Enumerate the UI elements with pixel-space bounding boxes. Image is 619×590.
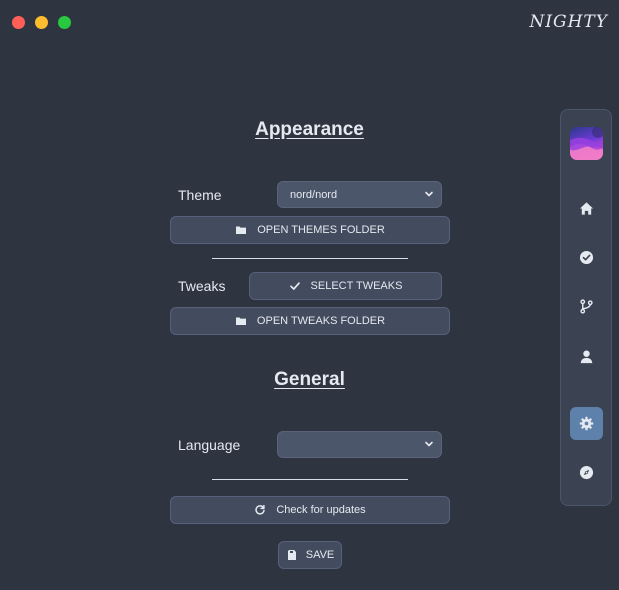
open-tweaks-folder-label: OPEN TWEAKS FOLDER bbox=[256, 315, 386, 327]
user-icon bbox=[580, 350, 593, 364]
tweaks-label: Tweaks bbox=[178, 278, 226, 294]
sidebar-item-explore[interactable] bbox=[570, 456, 603, 489]
open-tweaks-folder-button[interactable]: OPEN TWEAKS FOLDER bbox=[170, 307, 450, 335]
select-tweaks-label: SELECT TWEAKS bbox=[310, 280, 403, 292]
sidebar-item-settings[interactable] bbox=[570, 407, 603, 440]
sidebar-item-profile[interactable] bbox=[570, 340, 603, 373]
gear-icon bbox=[579, 416, 594, 431]
check-icon bbox=[289, 282, 300, 290]
folder-icon bbox=[235, 317, 246, 325]
select-tweaks-button[interactable]: SELECT TWEAKS bbox=[249, 272, 442, 300]
home-icon bbox=[579, 202, 594, 215]
save-icon bbox=[287, 550, 296, 560]
language-select[interactable] bbox=[277, 431, 442, 458]
compass-icon bbox=[579, 465, 594, 480]
open-themes-folder-label: OPEN THEMES FOLDER bbox=[257, 224, 385, 236]
app-logo-text: NIGHTY bbox=[529, 12, 608, 32]
maximize-window-button[interactable] bbox=[58, 16, 71, 29]
sidebar-item-tasks[interactable] bbox=[570, 241, 603, 274]
window-controls bbox=[12, 16, 71, 29]
check-for-updates-button[interactable]: Check for updates bbox=[170, 496, 450, 524]
open-themes-folder-button[interactable]: OPEN THEMES FOLDER bbox=[170, 216, 450, 244]
git-branch-icon bbox=[580, 299, 593, 314]
chevron-down-icon bbox=[425, 191, 433, 197]
minimize-window-button[interactable] bbox=[35, 16, 48, 29]
check-circle-icon bbox=[579, 250, 594, 265]
folder-icon bbox=[236, 226, 247, 234]
sidebar-item-branches[interactable] bbox=[570, 290, 603, 323]
refresh-icon bbox=[255, 504, 266, 515]
theme-label: Theme bbox=[178, 187, 222, 203]
save-button[interactable]: SAVE bbox=[278, 541, 342, 569]
sidebar-item-home[interactable] bbox=[570, 192, 603, 225]
theme-select[interactable]: nord/nord bbox=[277, 181, 442, 208]
theme-select-value: nord/nord bbox=[290, 188, 338, 201]
avatar-image bbox=[570, 127, 603, 160]
avatar[interactable] bbox=[570, 127, 603, 160]
check-for-updates-label: Check for updates bbox=[276, 504, 366, 516]
language-label: Language bbox=[178, 437, 241, 453]
app-window: NIGHTY Appearance Theme nord/nord OPEN T… bbox=[0, 0, 619, 590]
chevron-down-icon bbox=[425, 441, 433, 447]
appearance-heading: Appearance bbox=[255, 119, 364, 140]
close-window-button[interactable] bbox=[12, 16, 25, 29]
divider bbox=[212, 258, 408, 259]
divider bbox=[212, 479, 408, 480]
sidebar bbox=[560, 109, 612, 506]
general-heading: General bbox=[274, 369, 345, 390]
save-label: SAVE bbox=[305, 549, 335, 561]
